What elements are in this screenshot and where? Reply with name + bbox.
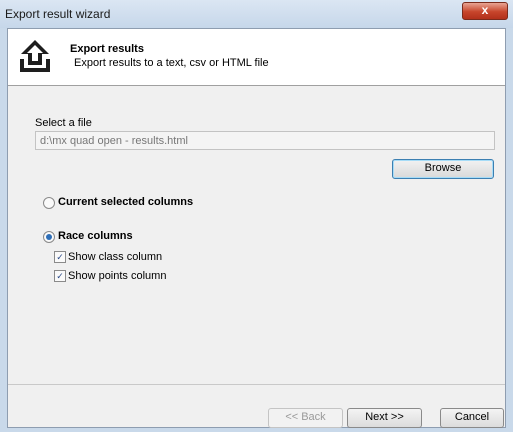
export-wizard-window: Export result wizard x Export results Ex… bbox=[0, 0, 513, 432]
wizard-footer: << Back Next >> Cancel bbox=[8, 384, 505, 428]
back-button[interactable]: << Back bbox=[268, 408, 343, 428]
next-label: Next >> bbox=[365, 411, 404, 423]
header-title: Export results bbox=[70, 43, 144, 55]
show-points-label[interactable]: Show points column bbox=[68, 270, 166, 282]
title-bar[interactable]: Export result wizard x bbox=[0, 0, 513, 28]
browse-button[interactable]: Browse bbox=[392, 159, 494, 179]
race-columns-radio[interactable] bbox=[43, 231, 55, 243]
current-columns-radio[interactable] bbox=[43, 197, 55, 209]
cancel-button[interactable]: Cancel bbox=[440, 408, 504, 428]
close-icon: x bbox=[481, 3, 489, 17]
cancel-label: Cancel bbox=[454, 411, 490, 423]
close-button[interactable]: x bbox=[462, 2, 508, 20]
next-button[interactable]: Next >> bbox=[347, 408, 422, 428]
header-subtitle: Export results to a text, csv or HTML fi… bbox=[74, 57, 269, 69]
race-columns-label[interactable]: Race columns bbox=[58, 230, 133, 242]
browse-label: Browse bbox=[424, 162, 462, 174]
show-class-label[interactable]: Show class column bbox=[68, 251, 162, 263]
wizard-header: Export results Export results to a text,… bbox=[8, 29, 505, 86]
export-upload-icon bbox=[20, 40, 50, 72]
select-file-label: Select a file bbox=[35, 117, 92, 129]
back-label: << Back bbox=[285, 411, 326, 423]
window-title: Export result wizard bbox=[5, 7, 111, 21]
current-columns-label[interactable]: Current selected columns bbox=[58, 196, 193, 208]
file-path-input[interactable] bbox=[35, 131, 495, 150]
show-class-checkbox[interactable]: ✓ bbox=[54, 251, 66, 263]
wizard-body: Export results Export results to a text,… bbox=[7, 28, 506, 428]
show-points-checkbox[interactable]: ✓ bbox=[54, 270, 66, 282]
